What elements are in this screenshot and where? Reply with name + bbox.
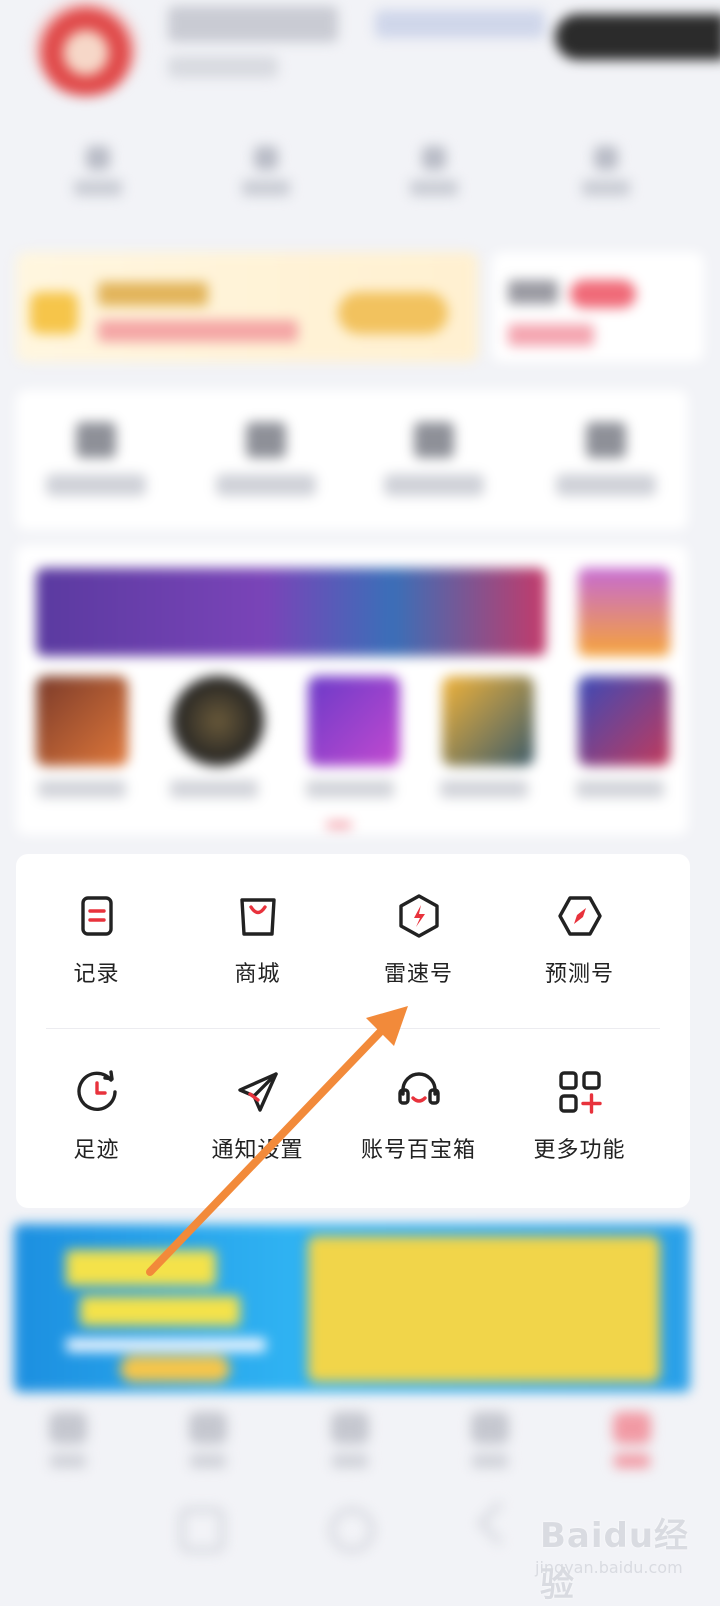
function-more[interactable]: 更多功能: [499, 1066, 660, 1216]
function-label: 预测号: [544, 962, 614, 987]
promo-action-button[interactable]: [338, 292, 448, 334]
game-thumb-3[interactable]: [308, 676, 400, 766]
function-label: 更多功能: [533, 1138, 626, 1163]
promo-desc-blurred: [98, 320, 298, 342]
side-promo-title-blurred: [508, 280, 558, 304]
games-side-banner[interactable]: [578, 568, 670, 656]
tab-3[interactable]: [322, 1412, 378, 1478]
vip-pill[interactable]: [555, 14, 720, 60]
ad-subheadline-blurred: [80, 1296, 240, 1326]
games-banner[interactable]: [36, 568, 546, 656]
compass-hexagon-icon: [557, 896, 602, 936]
function-label: 账号百宝箱: [360, 1138, 476, 1163]
function-label: 足迹: [73, 1138, 120, 1163]
game-name-5: [576, 780, 664, 798]
wallet-item-2[interactable]: [196, 410, 336, 520]
system-back-button[interactable]: [477, 1501, 521, 1545]
function-account-toolbox[interactable]: 账号百宝箱: [338, 1066, 499, 1216]
profile-stat-2[interactable]: [226, 140, 306, 210]
paper-plane-icon: [237, 1072, 278, 1112]
function-mall[interactable]: 商城: [177, 890, 338, 1040]
game-name-4: [440, 780, 528, 798]
ad-headline-blurred: [66, 1250, 216, 1286]
vip-crown-icon: [30, 292, 78, 334]
profile-stat-4[interactable]: [566, 140, 646, 210]
watermark-url: jingyan.baidu.com: [535, 1558, 683, 1577]
game-thumb-2[interactable]: [172, 676, 264, 766]
wallet-item-1[interactable]: [26, 410, 166, 520]
username-blurred: [168, 6, 338, 42]
tab-2[interactable]: [180, 1412, 236, 1478]
game-thumb-4[interactable]: [442, 676, 534, 766]
shopping-bag-icon: [239, 898, 276, 936]
ad-desc-blurred: [66, 1338, 266, 1352]
history-clock-icon: [76, 1070, 117, 1112]
user-avatar[interactable]: [34, 0, 138, 96]
lightning-hexagon-icon: [398, 894, 439, 938]
function-label: 通知设置: [211, 1138, 304, 1163]
carousel-indicator: [326, 822, 352, 828]
function-notification-settings[interactable]: 通知设置: [177, 1066, 338, 1216]
headset-icon: [397, 1072, 440, 1105]
user-subtitle-blurred: [168, 56, 278, 78]
game-name-2: [170, 780, 258, 798]
system-home-button[interactable]: [330, 1508, 374, 1552]
system-recents-button[interactable]: [180, 1508, 224, 1552]
tab-4[interactable]: [462, 1412, 518, 1478]
wallet-item-3[interactable]: [364, 410, 504, 520]
more-grid-plus-icon: [558, 1071, 602, 1114]
game-thumb-5[interactable]: [578, 676, 670, 766]
profile-stat-3[interactable]: [394, 140, 474, 210]
user-badge-blurred: [375, 10, 545, 38]
function-prediction-account[interactable]: 预测号: [499, 890, 660, 1040]
ad-image: [308, 1236, 660, 1382]
ad-button[interactable]: [120, 1356, 230, 1382]
tab-mine[interactable]: [604, 1412, 660, 1478]
side-promo-badge: [570, 280, 636, 308]
game-name-3: [306, 780, 394, 798]
watermark-logo: Baidu经验: [540, 1516, 690, 1605]
function-leisu-account[interactable]: 雷速号: [338, 890, 499, 1040]
function-label: 商城: [234, 962, 281, 987]
side-promo-desc-blurred: [508, 324, 594, 346]
tab-1[interactable]: [40, 1412, 96, 1478]
profile-stat-1[interactable]: [58, 140, 138, 210]
grid-divider: [46, 1028, 660, 1029]
wallet-item-4[interactable]: [536, 410, 676, 520]
function-label: 记录: [73, 962, 120, 987]
function-grid: 记录 商城 雷速号 预测号 足迹 通知设置 账号百宝箱 更多功能: [16, 854, 690, 1208]
function-record[interactable]: 记录: [16, 890, 177, 1040]
function-label: 雷速号: [383, 962, 453, 987]
game-thumb-1[interactable]: [36, 676, 128, 766]
game-name-1: [38, 780, 126, 798]
record-icon: [80, 896, 113, 936]
promo-title-blurred: [98, 282, 208, 306]
function-footprint[interactable]: 足迹: [16, 1066, 177, 1216]
